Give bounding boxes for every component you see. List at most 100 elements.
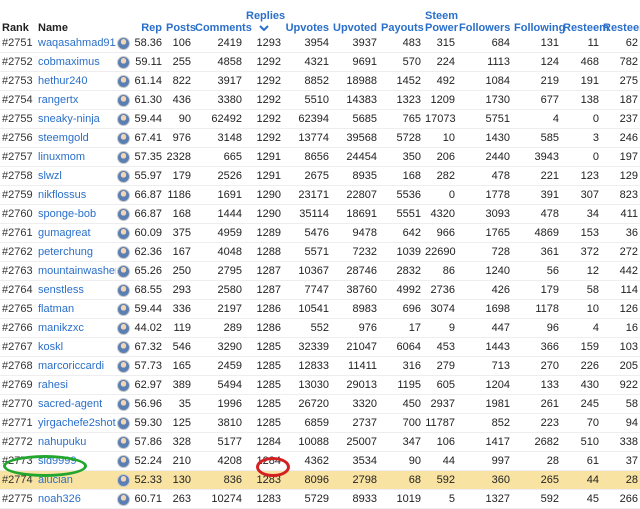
user-link[interactable]: sneaky-ninja xyxy=(38,113,100,125)
upvotes-cell: 10367 xyxy=(283,261,331,282)
avatar[interactable] xyxy=(116,378,130,392)
user-link[interactable]: yirgachefe2shot xyxy=(38,417,116,429)
upvotes-cell: 4362 xyxy=(283,451,331,472)
user-link[interactable]: cobmaximus xyxy=(38,56,100,68)
table-row: #2752 cobmaximus 59.11 255 4858 1292 4321 9691 5… xyxy=(0,52,640,73)
followers-cell: 1417 xyxy=(457,432,512,453)
replies-cell: 1285 xyxy=(244,337,283,358)
user-link[interactable]: manikzxc xyxy=(38,322,84,334)
payouts-cell: 1195 xyxy=(379,375,423,396)
user-link[interactable]: linuxmom xyxy=(38,151,85,163)
user-link[interactable]: steemgold xyxy=(38,132,89,144)
sp-cell: 9 xyxy=(423,318,457,339)
rank-cell: #2764 xyxy=(0,280,36,301)
avatar[interactable] xyxy=(116,55,130,69)
upvoted-cell: 2737 xyxy=(331,413,379,434)
avatar[interactable] xyxy=(116,321,130,335)
avatar[interactable] xyxy=(116,169,130,183)
user-link[interactable]: gumagreat xyxy=(38,227,91,239)
user-link[interactable]: senstless xyxy=(38,284,84,296)
col-posts[interactable]: Posts xyxy=(164,0,196,34)
avatar[interactable] xyxy=(116,207,130,221)
col-replies-label[interactable]: Replies xyxy=(246,10,285,22)
user-link[interactable]: hethur240 xyxy=(38,75,88,87)
following-cell: 1178 xyxy=(512,299,561,320)
rep-cell: 68.55 xyxy=(130,280,164,301)
avatar-cell xyxy=(116,128,130,149)
upvoted-cell: 9478 xyxy=(331,223,379,244)
resteemed-cell: 922 xyxy=(601,375,640,396)
rank-cell: #2758 xyxy=(0,166,36,187)
avatar[interactable] xyxy=(116,473,130,487)
avatar[interactable] xyxy=(116,131,130,145)
following-cell: 478 xyxy=(512,204,561,225)
user-link[interactable]: rahesi xyxy=(38,379,68,391)
user-link[interactable]: koskl xyxy=(38,341,63,353)
avatar[interactable] xyxy=(116,397,130,411)
table-row: #2753 hethur240 61.14 822 3917 1292 8852 18988 1… xyxy=(0,71,640,92)
col-comments[interactable]: Comments xyxy=(193,0,252,34)
user-link[interactable]: sid9999 xyxy=(38,455,77,467)
posts-cell: 255 xyxy=(164,52,193,73)
avatar[interactable] xyxy=(116,112,130,126)
avatar[interactable] xyxy=(116,36,130,50)
avatar[interactable] xyxy=(116,93,130,107)
following-cell: 270 xyxy=(512,356,561,377)
sp-cell: 11787 xyxy=(423,413,457,434)
user-link[interactable]: mountainwashere xyxy=(38,265,116,277)
col-steem-power-line2[interactable]: Power xyxy=(425,22,458,34)
avatar[interactable] xyxy=(116,302,130,316)
sp-cell: 4320 xyxy=(423,204,457,225)
avatar-cell xyxy=(116,299,130,320)
replies-cell: 1292 xyxy=(244,90,283,111)
user-link[interactable]: sacred-agent xyxy=(38,398,102,410)
col-resteemed[interactable]: Resteemed xyxy=(601,0,640,34)
upvotes-cell: 8656 xyxy=(283,147,331,168)
comments-cell: 3810 xyxy=(193,413,244,434)
user-link[interactable]: nahupuku xyxy=(38,436,86,448)
col-following[interactable]: Following xyxy=(512,0,565,34)
avatar[interactable] xyxy=(116,226,130,240)
user-link[interactable]: alucian xyxy=(38,474,73,486)
col-followers[interactable]: Followers xyxy=(457,0,512,34)
user-link[interactable]: rangertx xyxy=(38,94,78,106)
table-row: #2756 steemgold 67.41 976 3148 1292 13774 39568… xyxy=(0,128,640,149)
avatar[interactable] xyxy=(116,283,130,297)
following-cell: 219 xyxy=(512,71,561,92)
col-payouts[interactable]: Payouts xyxy=(379,0,424,34)
avatar[interactable] xyxy=(116,435,130,449)
upvotes-cell: 4321 xyxy=(283,52,331,73)
comments-cell: 10274 xyxy=(193,489,244,509)
avatar[interactable] xyxy=(116,492,130,506)
avatar[interactable] xyxy=(116,150,130,164)
col-upvoted[interactable]: Upvoted xyxy=(331,0,379,34)
user-link[interactable]: waqasahmad911 xyxy=(38,37,116,49)
col-resteem[interactable]: Resteem xyxy=(561,0,609,34)
col-upvotes[interactable]: Upvotes xyxy=(283,0,331,34)
sort-desc-icon[interactable] xyxy=(258,25,269,31)
user-link[interactable]: nikflossus xyxy=(38,189,86,201)
avatar[interactable] xyxy=(116,454,130,468)
user-link[interactable]: peterchung xyxy=(38,246,93,258)
resteemed-cell: 275 xyxy=(601,71,640,92)
avatar[interactable] xyxy=(116,188,130,202)
avatar[interactable] xyxy=(116,264,130,278)
user-link[interactable]: flatman xyxy=(38,303,74,315)
avatar-cell xyxy=(116,90,130,111)
user-link[interactable]: noah326 xyxy=(38,493,81,505)
avatar[interactable] xyxy=(116,245,130,259)
user-link[interactable]: sponge-bob xyxy=(38,208,96,220)
avatar[interactable] xyxy=(116,74,130,88)
user-link[interactable]: marcoriccardi xyxy=(38,360,104,372)
upvotes-cell: 10541 xyxy=(283,299,331,320)
resteemed-cell: 197 xyxy=(601,147,640,168)
sp-cell: 592 xyxy=(423,470,457,491)
col-steem-power-line1[interactable]: Steem xyxy=(425,10,458,22)
user-link[interactable]: slwzl xyxy=(38,170,62,182)
avatar[interactable] xyxy=(116,416,130,430)
followers-cell: 1084 xyxy=(457,71,512,92)
col-steem-power[interactable]: Steem Power xyxy=(423,0,458,34)
avatar[interactable] xyxy=(116,359,130,373)
avatar[interactable] xyxy=(116,340,130,354)
col-rep[interactable]: Rep xyxy=(130,0,164,34)
